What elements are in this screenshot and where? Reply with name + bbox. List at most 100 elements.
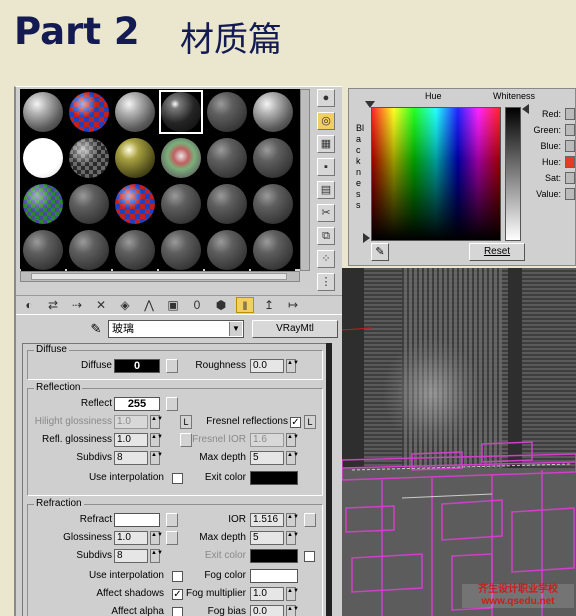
checker-background-icon[interactable]: ▦ bbox=[317, 135, 335, 153]
material-sample-slot[interactable] bbox=[113, 228, 157, 272]
get-material-icon[interactable]: ◐ bbox=[20, 297, 38, 313]
material-type-button[interactable]: VRayMtl bbox=[252, 320, 338, 338]
make-copy-icon[interactable]: ◈ bbox=[116, 297, 134, 313]
spinner-arrows-icon[interactable]: ▲▼ bbox=[286, 359, 299, 373]
material-sample-slot[interactable] bbox=[21, 90, 65, 134]
material-sample-slot[interactable] bbox=[159, 228, 203, 272]
material-sample-slot[interactable] bbox=[113, 90, 157, 134]
spinner-arrows-icon[interactable]: ▲▼ bbox=[150, 531, 163, 545]
material-sample-slot[interactable] bbox=[205, 228, 249, 272]
material-sample-slot[interactable] bbox=[67, 90, 111, 134]
reflection-use-interpolation-checkbox[interactable] bbox=[172, 473, 183, 484]
affect-alpha-checkbox[interactable] bbox=[172, 607, 183, 616]
spinner-arrows-icon[interactable]: ▲▼ bbox=[286, 531, 299, 545]
video-color-check-icon[interactable]: ▤ bbox=[317, 181, 335, 199]
fresnel-lock-button[interactable]: L bbox=[304, 415, 316, 429]
reset-button[interactable]: Reset bbox=[469, 243, 525, 261]
reset-icon[interactable]: ✕ bbox=[92, 297, 110, 313]
material-sample-slot[interactable] bbox=[159, 90, 203, 134]
refract-color-swatch[interactable] bbox=[114, 513, 160, 527]
sample-uv-icon[interactable]: ▪ bbox=[317, 158, 335, 176]
show-map-icon[interactable]: ⬢ bbox=[212, 297, 230, 313]
roughness-value[interactable]: 0.0 bbox=[250, 359, 284, 373]
material-id-icon[interactable]: 0 bbox=[188, 297, 206, 313]
hue-channel-slider[interactable] bbox=[565, 156, 575, 168]
hilight-glossiness-value[interactable]: 1.0 bbox=[114, 415, 148, 429]
material-sample-slot[interactable] bbox=[159, 136, 203, 180]
go-forward-icon[interactable]: ↦ bbox=[284, 297, 302, 313]
scrollbar-thumb[interactable] bbox=[31, 273, 287, 280]
material-sample-slot[interactable] bbox=[159, 182, 203, 226]
show-end-result-icon[interactable]: ‖ bbox=[236, 297, 254, 313]
material-sample-slot[interactable] bbox=[251, 182, 295, 226]
eyedropper-icon[interactable]: ✎ bbox=[371, 243, 389, 261]
refl-glossiness-value[interactable]: 1.0 bbox=[114, 433, 148, 447]
refraction-glossiness-map-button[interactable] bbox=[166, 531, 178, 545]
material-navigator-icon[interactable]: ⋮ bbox=[317, 273, 335, 291]
refraction-glossiness-value[interactable]: 1.0 bbox=[114, 531, 148, 545]
material-sample-slot[interactable] bbox=[21, 228, 65, 272]
sphere-icon[interactable]: ● bbox=[317, 89, 335, 107]
eyedropper-icon[interactable]: ✎ bbox=[88, 321, 104, 337]
reflection-max-depth-value[interactable]: 5 bbox=[250, 451, 284, 465]
material-sample-slot[interactable] bbox=[113, 136, 157, 180]
refract-map-button[interactable] bbox=[166, 513, 178, 527]
make-unique-icon[interactable]: ⋀ bbox=[140, 297, 158, 313]
material-sample-slot[interactable] bbox=[205, 90, 249, 134]
value-channel-slider[interactable] bbox=[565, 188, 575, 200]
fresnel-reflections-checkbox[interactable]: ✓ bbox=[290, 417, 301, 428]
spinner-arrows-icon[interactable]: ▲▼ bbox=[286, 433, 299, 447]
spinner-arrows-icon[interactable]: ▲▼ bbox=[286, 451, 299, 465]
green-channel-slider[interactable] bbox=[565, 124, 575, 136]
options-icon[interactable]: ⧉ bbox=[317, 227, 335, 245]
refraction-max-depth-value[interactable]: 5 bbox=[250, 531, 284, 545]
material-sample-slot[interactable] bbox=[251, 136, 295, 180]
ior-map-button[interactable] bbox=[304, 513, 316, 527]
slot-grid-horizontal-scrollbar[interactable] bbox=[20, 271, 300, 282]
spinner-arrows-icon[interactable]: ▲▼ bbox=[286, 587, 299, 601]
material-sample-slot[interactable] bbox=[113, 182, 157, 226]
backlight-icon[interactable]: ◎ bbox=[317, 112, 335, 130]
affect-shadows-checkbox[interactable]: ✓ bbox=[172, 589, 183, 600]
make-preview-icon[interactable]: ✂ bbox=[317, 204, 335, 222]
sat-channel-slider[interactable] bbox=[565, 172, 575, 184]
blackness-marker-icon[interactable] bbox=[363, 233, 370, 243]
material-sample-slot[interactable] bbox=[67, 136, 111, 180]
material-name-field[interactable]: 玻璃 ▼ bbox=[108, 320, 244, 338]
reflection-subdivs-value[interactable]: 8 bbox=[114, 451, 148, 465]
material-sample-slot[interactable] bbox=[251, 90, 295, 134]
3d-viewport[interactable]: 齐生设计职业学校 www.qsedu.net bbox=[342, 268, 576, 616]
select-by-material-icon[interactable]: ⁘ bbox=[317, 250, 335, 268]
hue-blackness-spectrum[interactable] bbox=[371, 107, 501, 241]
parameters-scrollbar[interactable] bbox=[326, 343, 332, 616]
diffuse-color-swatch[interactable]: 0 bbox=[114, 359, 160, 373]
spinner-arrows-icon[interactable]: ▲▼ bbox=[286, 605, 299, 616]
assign-to-selection-icon[interactable]: ⇢ bbox=[68, 297, 86, 313]
refl-glossiness-map-button[interactable] bbox=[180, 433, 192, 447]
refraction-subdivs-value[interactable]: 8 bbox=[114, 549, 148, 563]
material-sample-slot[interactable] bbox=[21, 136, 65, 180]
refraction-exit-color-swatch[interactable] bbox=[250, 549, 298, 563]
whiteness-slider[interactable] bbox=[505, 107, 521, 241]
chevron-down-icon[interactable]: ▼ bbox=[229, 322, 242, 336]
reflect-map-button[interactable] bbox=[166, 397, 178, 411]
fog-multiplier-value[interactable]: 1.0 bbox=[250, 587, 284, 601]
diffuse-map-button[interactable] bbox=[166, 359, 178, 373]
refraction-exit-color-checkbox[interactable] bbox=[304, 551, 315, 562]
fog-color-swatch[interactable] bbox=[250, 569, 298, 583]
slot-grid-vertical-scrollbar[interactable] bbox=[300, 89, 310, 271]
hilight-lock-button[interactable]: L bbox=[180, 415, 192, 429]
spinner-arrows-icon[interactable]: ▲▼ bbox=[150, 549, 163, 563]
go-to-parent-icon[interactable]: ↥ bbox=[260, 297, 278, 313]
put-to-library-icon[interactable]: ▣ bbox=[164, 297, 182, 313]
spinner-arrows-icon[interactable]: ▲▼ bbox=[150, 433, 163, 447]
ior-value[interactable]: 1.516 bbox=[250, 513, 284, 527]
blue-channel-slider[interactable] bbox=[565, 140, 575, 152]
put-to-scene-icon[interactable]: ⇄ bbox=[44, 297, 62, 313]
reflection-exit-color-swatch[interactable] bbox=[250, 471, 298, 485]
spinner-arrows-icon[interactable]: ▲▼ bbox=[150, 415, 163, 429]
spinner-arrows-icon[interactable]: ▲▼ bbox=[150, 451, 163, 465]
reflect-color-swatch[interactable]: 255 bbox=[114, 397, 160, 411]
material-sample-slot[interactable] bbox=[205, 136, 249, 180]
red-channel-slider[interactable] bbox=[565, 108, 575, 120]
